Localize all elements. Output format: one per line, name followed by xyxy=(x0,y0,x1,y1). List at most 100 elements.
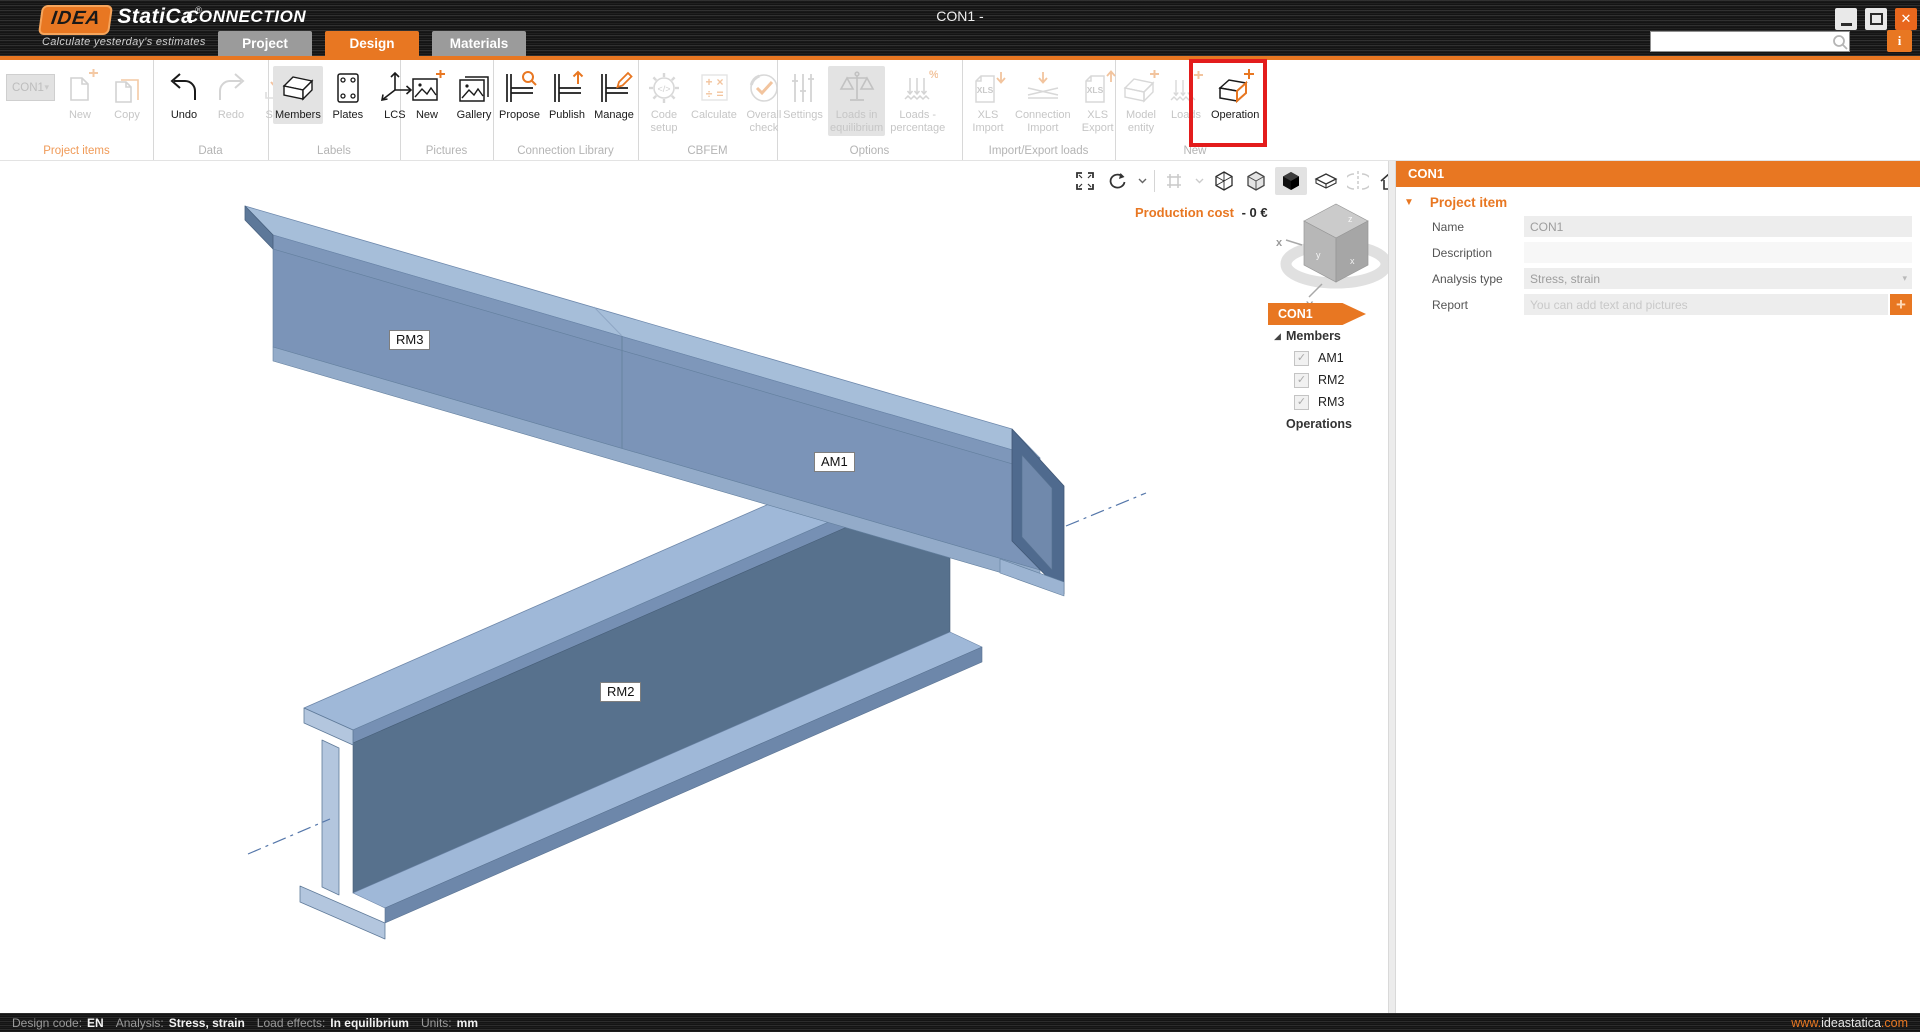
new-item-icon xyxy=(60,68,100,108)
ribbon-button-undo[interactable]: Undo xyxy=(162,66,206,124)
report-field[interactable]: You can add text and pictures xyxy=(1524,294,1888,315)
checkbox-am1[interactable]: ✓ xyxy=(1294,351,1309,366)
ribbon-button-publish[interactable]: Publish xyxy=(545,66,589,124)
tree-root-con1[interactable]: CON1 xyxy=(1268,303,1366,325)
ribbon-button-model-entity[interactable]: Model entity xyxy=(1119,66,1163,136)
ribbon-button-propose[interactable]: Propose xyxy=(497,66,542,124)
selection-options-chevron[interactable] xyxy=(1193,168,1205,194)
loads-new-icon xyxy=(1166,68,1206,108)
ribbon-button-xls-import[interactable]: XLS XLS Import xyxy=(966,66,1010,136)
ribbon-group-data: Undo Redo Save Data xyxy=(153,60,269,160)
ribbon-button-calculate[interactable]: +× ÷= Calculate xyxy=(689,66,739,124)
ribbon-button-redo[interactable]: Redo xyxy=(209,66,253,124)
panel-splitter[interactable] xyxy=(1388,160,1396,1013)
rotate-options-chevron[interactable] xyxy=(1136,168,1148,194)
ribbon-button-connection-import[interactable]: Connection Import xyxy=(1013,66,1073,136)
member-label-rm2[interactable]: RM2 xyxy=(600,682,641,702)
ribbon-button-picture-new[interactable]: New xyxy=(405,66,449,124)
ribbon-group-labels: Members Plates xyxy=(268,60,401,160)
expander-icon[interactable]: ◢ xyxy=(1274,331,1286,342)
ribbon-group-new: Model entity Loads xyxy=(1115,60,1275,160)
ribbon-group-pictures: New Gallery Pictures xyxy=(400,60,494,160)
viewport-3d[interactable]: z y x x Y RM3 AM1 RM2 xyxy=(0,160,1388,1013)
info-button[interactable]: i xyxy=(1887,30,1912,52)
tree-node-operations[interactable]: Operations xyxy=(1268,413,1380,435)
collapse-triangle-icon[interactable]: ▼ xyxy=(1404,197,1414,208)
tree-item-rm3[interactable]: ✓ RM3 xyxy=(1268,391,1380,413)
rotate-view-button[interactable] xyxy=(1104,168,1130,194)
home-view-button[interactable] xyxy=(1377,168,1388,194)
ribbon-button-gallery[interactable]: Gallery xyxy=(452,66,496,124)
window-title: CON1 - xyxy=(936,8,983,24)
svg-text:XLS: XLS xyxy=(977,85,994,95)
search-input[interactable] xyxy=(1651,34,1831,49)
svg-text:÷: ÷ xyxy=(706,87,713,101)
tab-project[interactable]: Project xyxy=(218,31,312,56)
ribbon-group-options: Settings Loads in equilibrium xyxy=(777,60,963,160)
tree-node-members[interactable]: ◢ Members xyxy=(1268,325,1380,347)
maximize-button[interactable] xyxy=(1865,8,1887,30)
title-bar: IDEA StatiCa ® Calculate yesterday's est… xyxy=(0,0,1920,60)
ribbon-button-manage[interactable]: Manage xyxy=(592,66,636,124)
member-label-rm3[interactable]: RM3 xyxy=(389,330,430,350)
ribbon-button-loads-percentage[interactable]: % Loads - percentage xyxy=(888,66,947,136)
panel-header: CON1 xyxy=(1396,160,1920,187)
solid-view-button[interactable] xyxy=(1275,167,1307,195)
app-window: IDEA StatiCa ® Calculate yesterday's est… xyxy=(0,0,1920,1032)
ribbon-button-new-item[interactable]: New xyxy=(58,66,102,124)
svg-text:z: z xyxy=(1348,214,1353,224)
tree-item-rm2[interactable]: ✓ RM2 xyxy=(1268,369,1380,391)
xls-import-icon: XLS xyxy=(968,68,1008,108)
selection-rect-button[interactable] xyxy=(1161,168,1187,194)
report-add-button[interactable]: + xyxy=(1890,294,1912,315)
project-item-combo[interactable]: CON1 ▾ xyxy=(6,74,55,101)
analysis-type-dropdown[interactable]: Stress, strain ▾ xyxy=(1524,268,1912,289)
close-button[interactable]: ✕ xyxy=(1895,8,1917,30)
ribbon-button-plates[interactable]: Plates xyxy=(326,66,370,124)
tree-item-am1[interactable]: ✓ AM1 xyxy=(1268,347,1380,369)
ribbon-button-settings[interactable]: Settings xyxy=(781,66,825,124)
zoom-fit-button[interactable] xyxy=(1072,168,1098,194)
calculate-icon: +× ÷= xyxy=(694,68,734,108)
statica-logo-text: StatiCa xyxy=(117,5,193,29)
field-row-description: Description xyxy=(1432,242,1912,263)
picture-new-icon xyxy=(407,68,447,108)
shaded-view-button[interactable] xyxy=(1243,168,1269,194)
checkbox-rm3[interactable]: ✓ xyxy=(1294,395,1309,410)
ribbon-button-operation[interactable]: Operation xyxy=(1209,66,1261,124)
ribbon-button-loads-new[interactable]: Loads xyxy=(1164,66,1208,124)
svg-text:%: % xyxy=(929,69,938,81)
ribbon-button-loads-in-equilibrium[interactable]: Loads in equilibrium xyxy=(828,66,885,136)
plate-view-button[interactable] xyxy=(1313,168,1339,194)
svg-text:x: x xyxy=(1276,237,1283,249)
publish-icon xyxy=(547,68,587,108)
ribbon-button-copy-item[interactable]: Copy xyxy=(105,66,149,124)
tab-materials[interactable]: Materials xyxy=(432,31,526,56)
section-project-item[interactable]: ▼ Project item xyxy=(1404,195,1920,210)
mirror-view-button[interactable] xyxy=(1345,168,1371,194)
description-field[interactable] xyxy=(1524,242,1912,263)
status-load-effects: Load effects: In equilibrium xyxy=(257,1016,409,1030)
name-field[interactable]: CON1 xyxy=(1524,216,1912,237)
search-box[interactable] xyxy=(1650,31,1850,52)
tab-design[interactable]: Design xyxy=(325,31,419,56)
checkbox-rm2[interactable]: ✓ xyxy=(1294,373,1309,388)
status-bar: Design code: EN Analysis: Stress, strain… xyxy=(0,1013,1920,1032)
members-icon xyxy=(278,68,318,108)
svg-text:</>: </> xyxy=(657,84,670,94)
group-label-connection-library: Connection Library xyxy=(493,145,638,157)
brand-logo: IDEA StatiCa ® xyxy=(40,5,202,35)
website-link[interactable]: www.ideastatica.com xyxy=(1791,1016,1908,1030)
ribbon-group-connection-library: Propose Publish Manage Con xyxy=(493,60,639,160)
group-label-new: New xyxy=(1115,145,1275,157)
ribbon-button-members[interactable]: Members xyxy=(273,66,323,124)
group-label-cbfem: CBFEM xyxy=(638,145,777,157)
field-row-report: Report You can add text and pictures + xyxy=(1432,294,1912,315)
ribbon-button-code-setup[interactable]: </> Code setup xyxy=(642,66,686,136)
minimize-button[interactable] xyxy=(1835,8,1857,30)
member-label-am1[interactable]: AM1 xyxy=(814,452,855,472)
ribbon-button-xls-export[interactable]: XLS XLS Export xyxy=(1076,66,1120,136)
wireframe-view-button[interactable] xyxy=(1211,168,1237,194)
group-label-labels: Labels xyxy=(268,145,400,157)
beam-scene: z y x x Y xyxy=(0,160,1388,1013)
